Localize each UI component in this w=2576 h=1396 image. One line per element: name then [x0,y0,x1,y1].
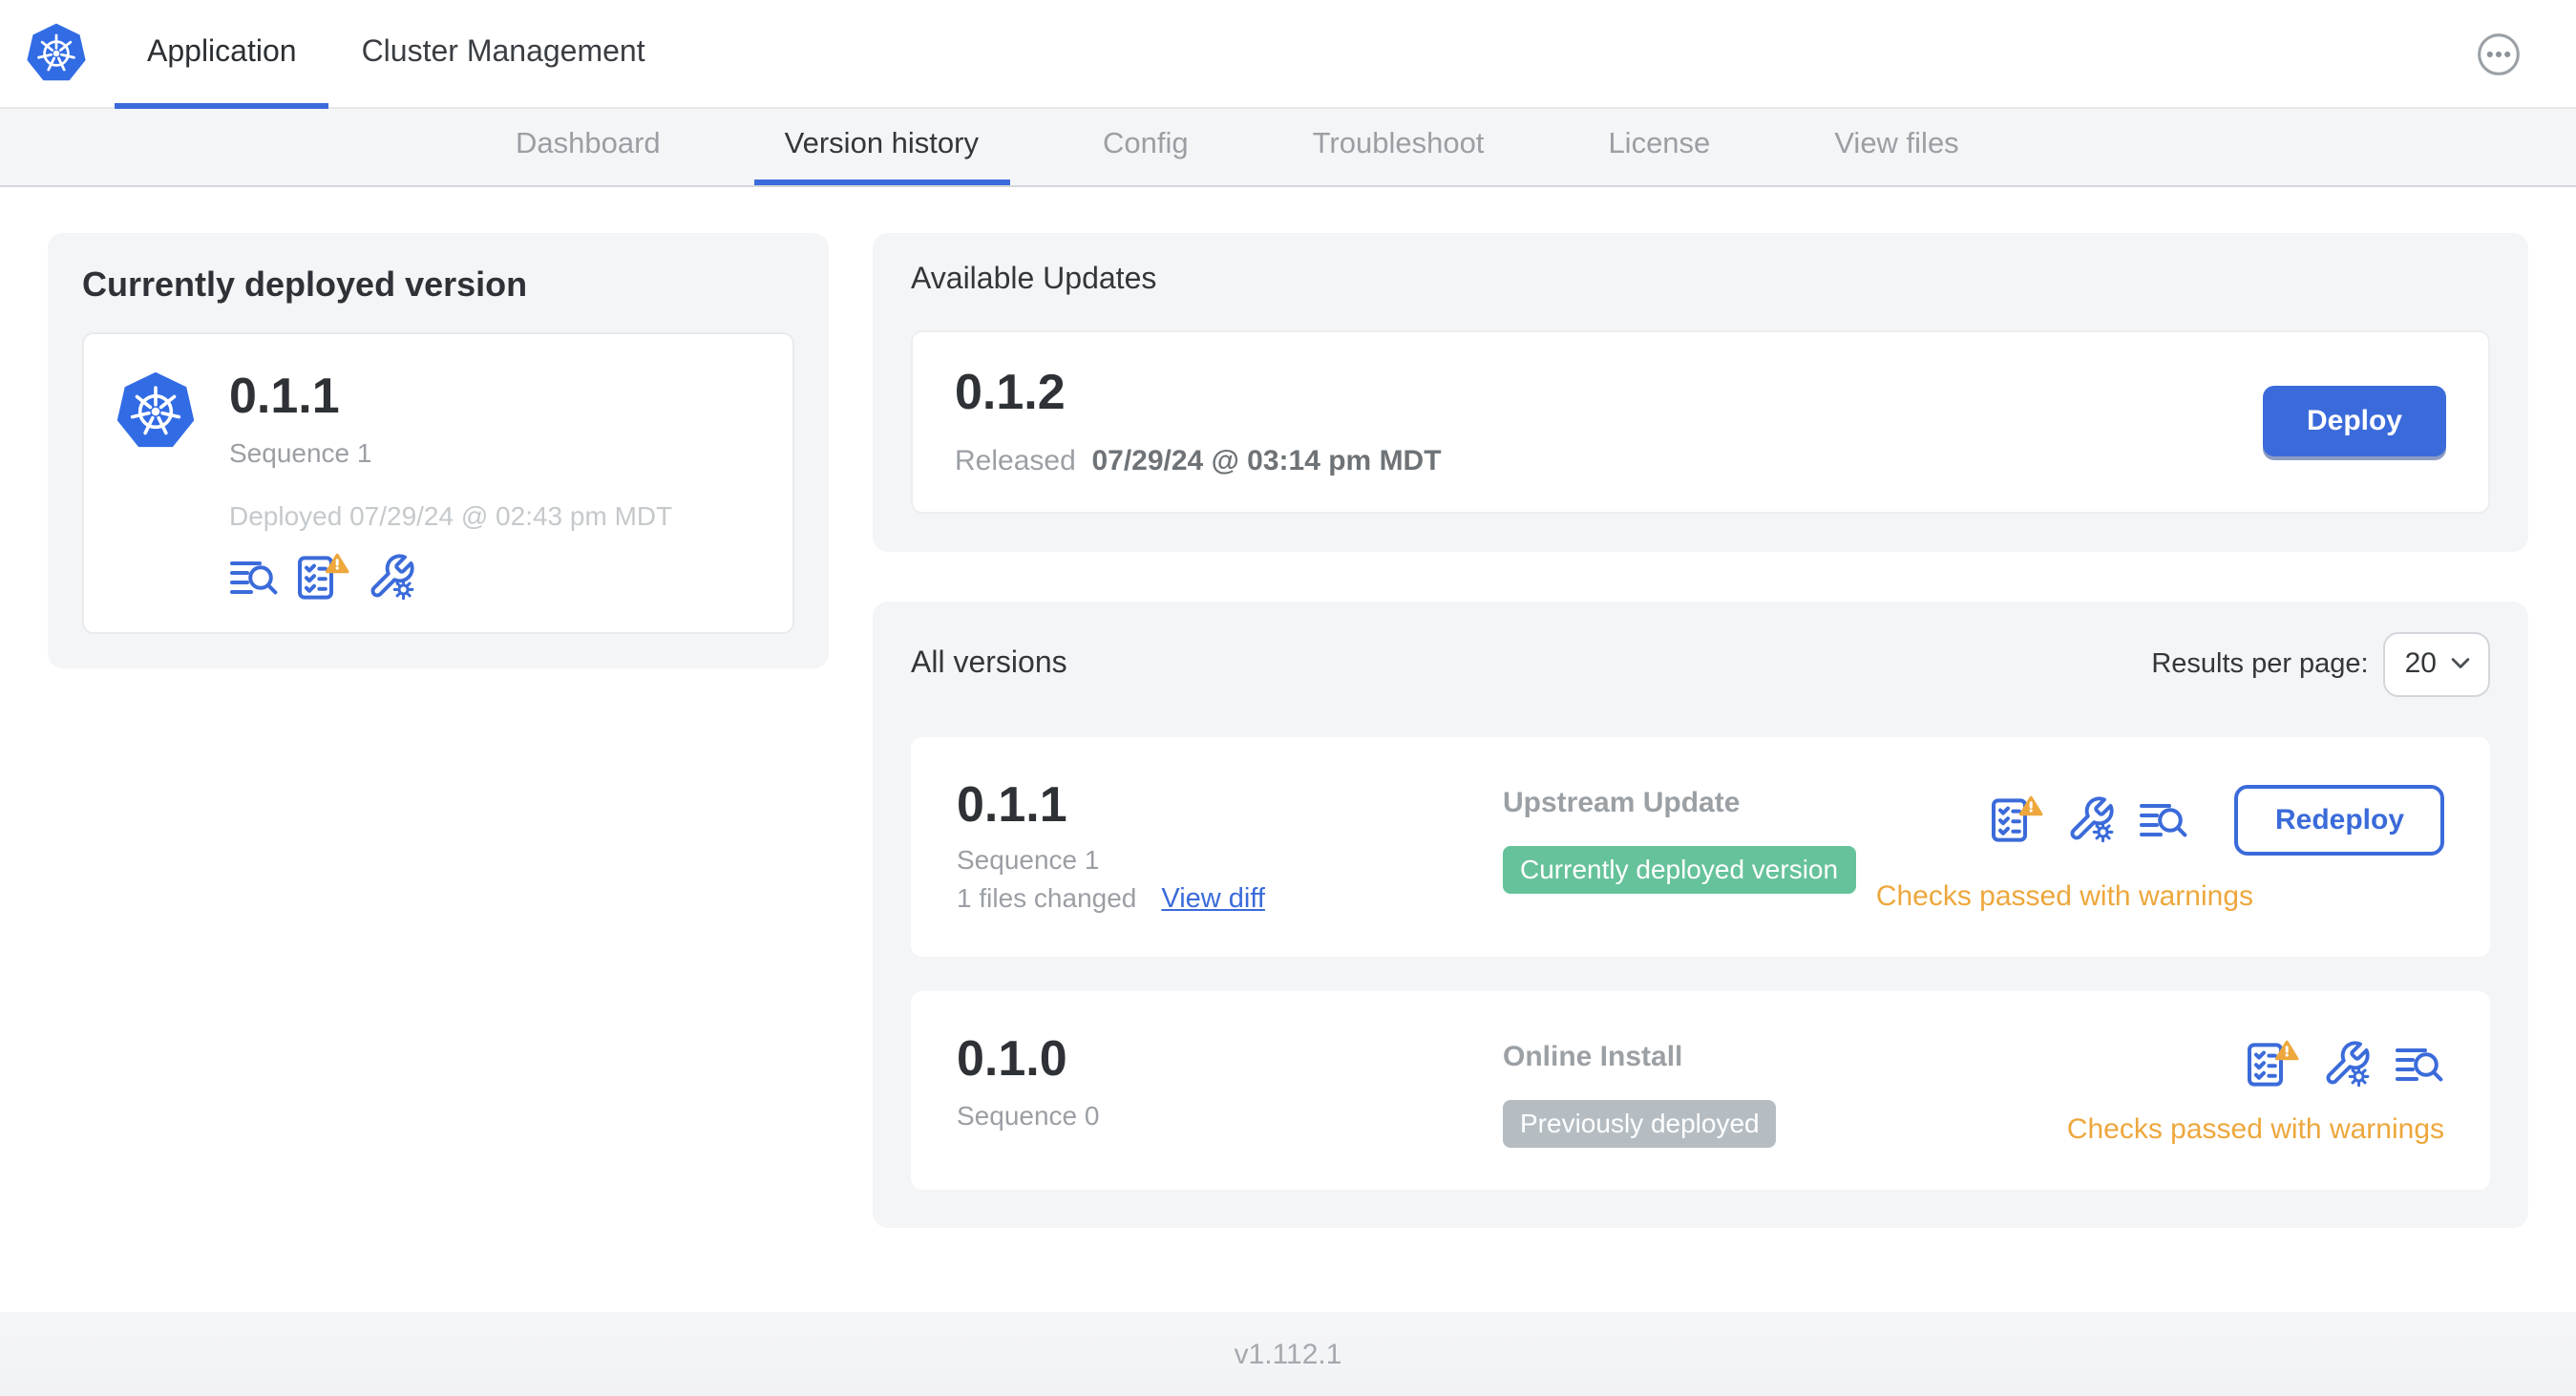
version-row: 0.1.1 Sequence 1 1 files changed View di… [911,736,2490,958]
admin-console: Application Cluster Management Dashboard… [0,0,2576,1396]
results-per-page: Results per page: 20 [2151,631,2490,697]
results-per-page-select[interactable]: 20 [2383,631,2490,697]
preflight-checks-warning-icon[interactable] [2246,1039,2299,1089]
files-changed: 1 files changed [957,882,1137,914]
available-updates-card: Available Updates 0.1.2 Released 07/29/2… [873,233,2528,552]
results-per-page-value: 20 [2404,647,2437,681]
kubernetes-logo-icon [115,369,197,455]
version-number: 0.1.0 [957,1029,1067,1088]
subnav-tab-view-files[interactable]: View files [1804,109,1989,185]
preflight-checks-warning-icon[interactable] [296,551,349,601]
console-version: v1.112.1 [1234,1338,1342,1370]
sub-nav: Dashboard Version history Config Trouble… [0,109,2576,187]
preflight-checks-status[interactable]: Checks passed with warnings [1876,879,2253,912]
view-diff-link[interactable]: View diff [1161,884,1265,915]
version-sequence: Sequence 1 [957,844,1100,876]
deployed-sequence: Sequence 1 [229,436,372,468]
tab-application-label: Application [147,36,297,69]
released-label: Released [955,444,1076,477]
deployed-version-actions [229,551,672,601]
currently-deployed-card: Currently deployed version 0.1.1 Sequenc… [48,233,829,668]
currently-deployed-version: 0.1.1 Sequence 1 Deployed 07/29/24 @ 02:… [82,332,794,634]
available-updates-title: Available Updates [911,264,1157,296]
subnav-tab-troubleshoot[interactable]: Troubleshoot [1282,109,1515,185]
release-notes-icon[interactable] [2140,794,2189,844]
version-source: Online Install Previously deployed [1503,1031,2067,1149]
all-versions-title: All versions [911,646,1067,680]
config-icon[interactable] [2322,1039,2372,1089]
preflight-checks-status[interactable]: Checks passed with warnings [2067,1113,2444,1146]
redeploy-button[interactable]: Redeploy [2234,784,2444,856]
released-date: 07/29/24 @ 03:14 pm MDT [1091,444,1442,477]
source-label: Online Install [1503,1041,1683,1074]
deploy-button[interactable]: Deploy [2262,385,2446,456]
footer: v1.112.1 [0,1312,2576,1396]
top-nav: Application Cluster Management [0,0,2576,109]
version-sequence: Sequence 0 [957,1099,1100,1131]
tab-application[interactable]: Application [115,0,330,109]
subnav-tab-dashboard[interactable]: Dashboard [485,109,691,185]
update-version-number: 0.1.2 [955,363,1066,420]
config-icon[interactable] [2067,794,2117,844]
deployed-version-number: 0.1.1 [229,367,340,424]
tab-cluster-management-label: Cluster Management [361,36,645,69]
subnav-tab-version-history[interactable]: Version history [753,109,1009,185]
update-released-line: Released 07/29/24 @ 03:14 pm MDT [955,444,1442,476]
currently-deployed-title: Currently deployed version [82,265,528,304]
results-per-page-label: Results per page: [2151,648,2369,680]
version-info: 0.1.0 Sequence 0 [957,1031,1503,1130]
kubernetes-logo-icon [25,21,88,86]
preflight-checks-warning-icon[interactable] [1991,794,2044,844]
version-actions: Checks passed with warnings [2067,1031,2444,1146]
chevron-down-icon [2450,657,2471,670]
release-notes-icon[interactable] [2395,1039,2444,1089]
subnav-tab-config[interactable]: Config [1072,109,1219,185]
deployed-timestamp: Deployed 07/29/24 @ 02:43 pm MDT [229,499,673,531]
all-versions-header: All versions Results per page: 20 [911,631,2490,697]
version-history-page: Currently deployed version 0.1.1 Sequenc… [0,187,2576,1229]
ellipsis-menu-button[interactable] [2477,32,2521,75]
all-versions-card: All versions Results per page: 20 0.1.1 … [873,601,2528,1229]
status-badge: Previously deployed [1503,1100,1777,1149]
subnav-tab-license[interactable]: License [1577,109,1741,185]
version-number: 0.1.1 [957,774,1067,833]
source-label: Upstream Update [1503,786,1741,819]
app-tabs: Application Cluster Management [115,0,678,109]
update-row: 0.1.2 Released 07/29/24 @ 03:14 pm MDT D… [911,330,2490,514]
ellipsis-icon [2477,32,2521,75]
app-icon [115,369,197,455]
version-row: 0.1.0 Sequence 0 Online Install Previous… [911,991,2490,1191]
version-actions: Redeploy Checks passed with warnings [1876,776,2444,912]
config-icon[interactable] [367,551,416,601]
version-info: 0.1.1 Sequence 1 1 files changed View di… [957,776,1503,915]
kubernetes-logo-icon [25,21,88,86]
status-badge: Currently deployed version [1503,845,1856,894]
tab-cluster-management[interactable]: Cluster Management [329,0,678,107]
release-notes-icon[interactable] [229,551,279,601]
version-source: Upstream Update Currently deployed versi… [1503,776,1876,894]
